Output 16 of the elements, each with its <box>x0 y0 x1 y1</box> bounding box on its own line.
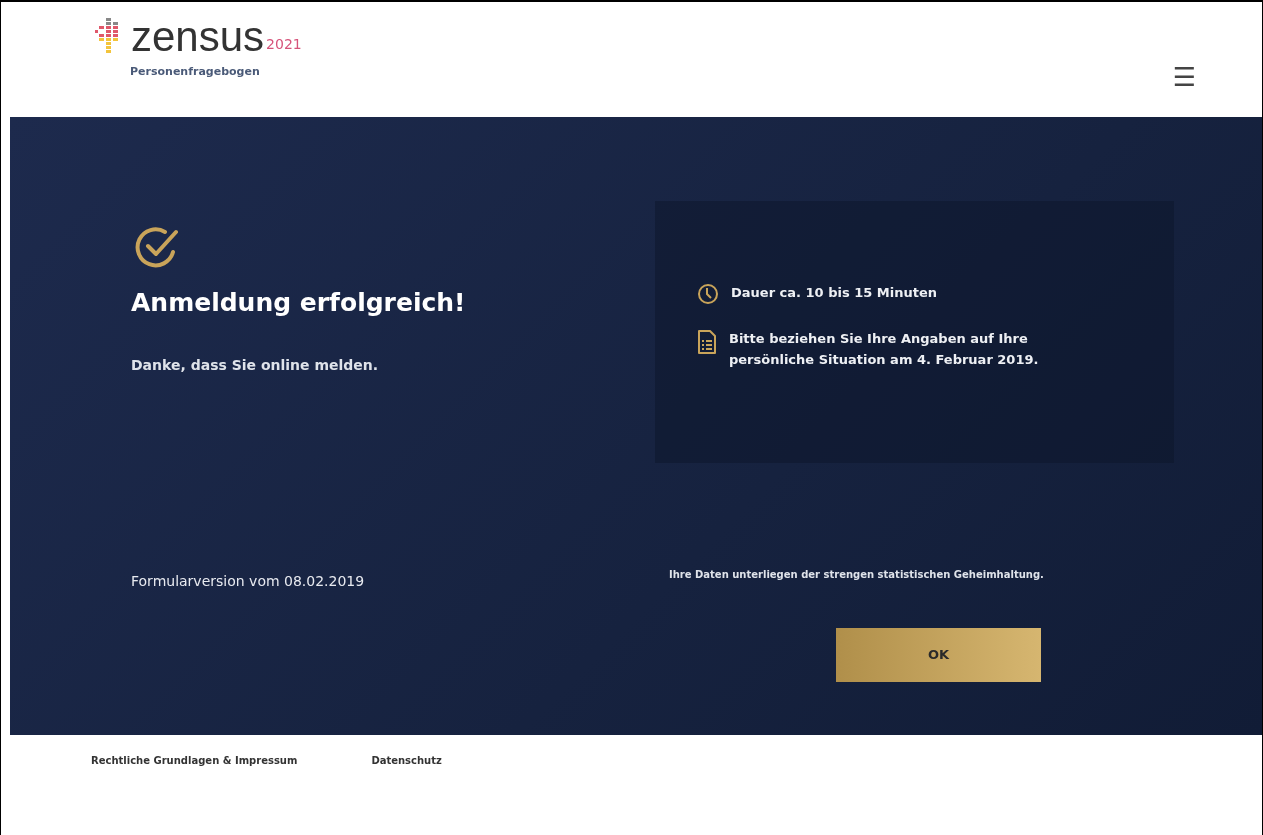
ok-button[interactable]: OK <box>836 628 1041 682</box>
info-text: Bitte beziehen Sie Ihre Angaben auf Ihre persönliche Situation am 4. Februar 2019. <box>729 330 1040 369</box>
form-version: Formularversion vom 08.02.2019 <box>131 572 366 591</box>
privacy-note: Ihre Daten unterliegen der strengen statistischen Geheimhaltung. <box>669 568 1045 582</box>
logo-year: 2021 <box>266 35 302 54</box>
thanks-message: Danke, dass Sie online melden. <box>131 356 380 375</box>
success-title: Anmeldung erfolgreich! <box>131 288 467 318</box>
document-icon <box>697 329 717 355</box>
menu-button[interactable]: ☰ <box>1172 36 1196 117</box>
clock-icon <box>697 283 719 305</box>
check-icon <box>135 224 181 270</box>
subtitle: Personenfragebogen <box>130 64 261 80</box>
logo-wordmark: zensus <box>131 16 265 58</box>
footer-link[interactable]: Rechtliche Grundlagen & Impressum <box>91 753 298 768</box>
footer-link[interactable]: Datenschutz <box>371 753 442 768</box>
info-text: Dauer ca. 10 bis 15 Minuten <box>731 284 937 302</box>
